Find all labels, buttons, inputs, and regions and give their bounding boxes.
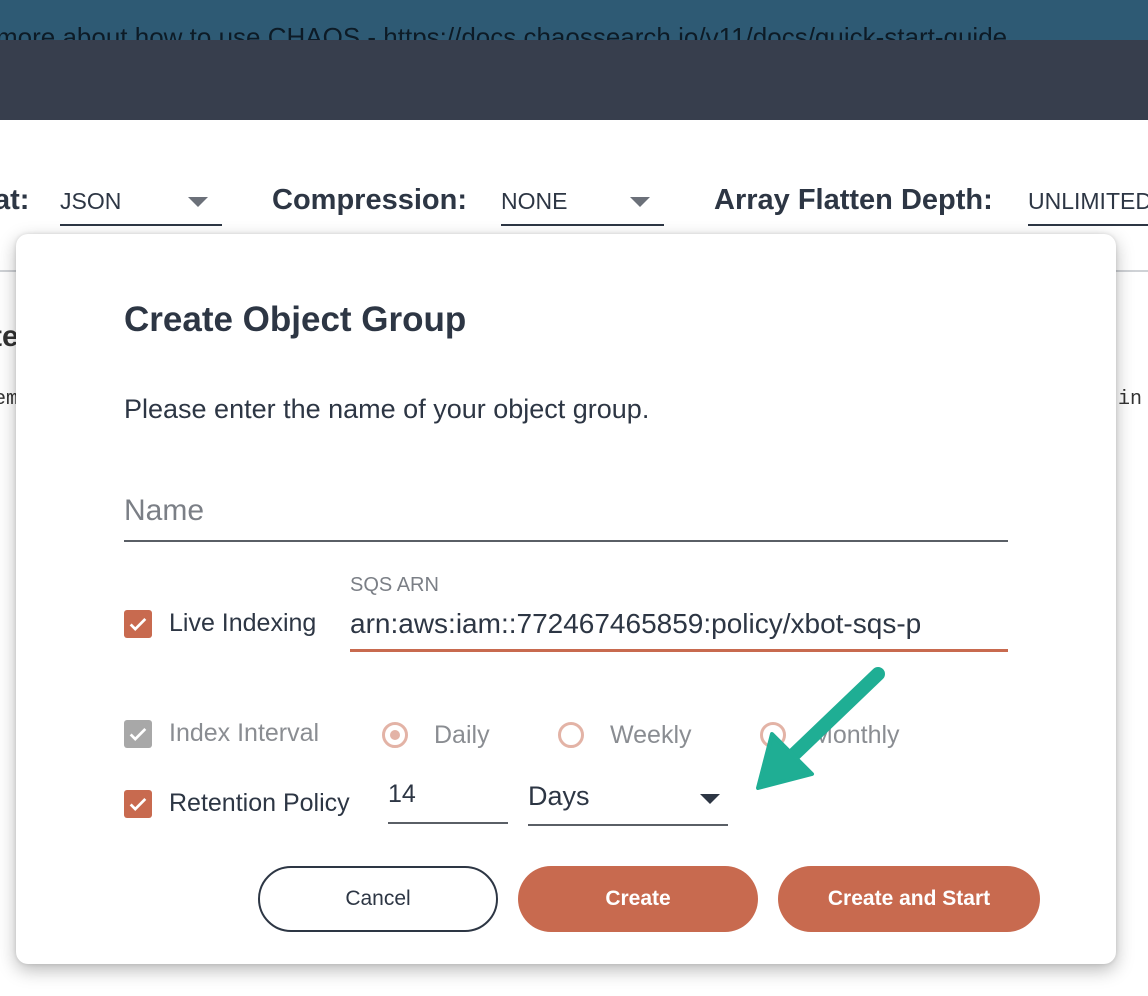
compression-select[interactable]: NONE	[501, 186, 664, 226]
index-interval-label: Index Interval	[169, 719, 320, 747]
dialog-description: Please enter the name of your object gro…	[124, 394, 650, 424]
index-interval-checkbox[interactable]	[124, 720, 152, 748]
radio-daily[interactable]	[382, 722, 408, 748]
radio-selected-dot	[390, 730, 400, 740]
caret-down-icon	[630, 197, 650, 207]
retention-unit-select[interactable]: Days	[528, 778, 728, 826]
check-icon	[129, 797, 147, 811]
sqs-arn-field[interactable]	[350, 604, 1008, 652]
annotation-arrow-icon	[756, 667, 885, 790]
retention-policy-checkbox[interactable]	[124, 790, 152, 818]
banner-text: more about how to use CHAOS - https://do…	[0, 22, 1008, 40]
create-and-start-button[interactable]: Create and Start	[778, 866, 1040, 932]
retention-unit-value: Days	[528, 781, 590, 811]
live-indexing-label: Live Indexing	[169, 609, 317, 637]
flatten-depth-label: Array Flatten Depth:	[714, 184, 993, 216]
retention-amount-input[interactable]	[388, 778, 508, 811]
header-bar	[0, 40, 1148, 120]
format-label: at:	[0, 184, 30, 216]
create-object-group-dialog: Create Object Group Please enter the nam…	[16, 234, 1116, 964]
check-icon	[129, 727, 147, 741]
sqs-arn-label: SQS ARN	[350, 574, 439, 596]
name-field[interactable]	[124, 492, 1008, 542]
create-button[interactable]: Create	[518, 866, 758, 932]
compression-label: Compression:	[272, 184, 467, 216]
live-indexing-checkbox[interactable]	[124, 610, 152, 638]
dialog-title: Create Object Group	[124, 300, 467, 339]
radio-daily-label: Daily	[434, 721, 490, 749]
caret-down-icon	[700, 794, 720, 804]
name-input[interactable]	[124, 492, 1008, 530]
radio-weekly[interactable]	[558, 722, 584, 748]
retention-policy-label: Retention Policy	[169, 789, 350, 817]
retention-amount-field[interactable]	[388, 778, 508, 824]
caret-down-icon	[188, 197, 208, 207]
cancel-button[interactable]: Cancel	[258, 866, 498, 932]
top-banner: more about how to use CHAOS - https://do…	[0, 0, 1148, 40]
flatten-depth-select[interactable]: UNLIMITED	[1028, 186, 1148, 226]
format-select[interactable]: JSON	[60, 186, 222, 226]
format-select-value: JSON	[60, 188, 122, 214]
compression-select-value: NONE	[501, 188, 568, 214]
sqs-arn-input[interactable]	[350, 604, 1008, 644]
background-text-fragment-right: in	[1118, 388, 1143, 411]
check-icon	[129, 617, 147, 631]
radio-weekly-label: Weekly	[610, 721, 692, 749]
flatten-depth-select-value: UNLIMITED	[1028, 188, 1148, 214]
